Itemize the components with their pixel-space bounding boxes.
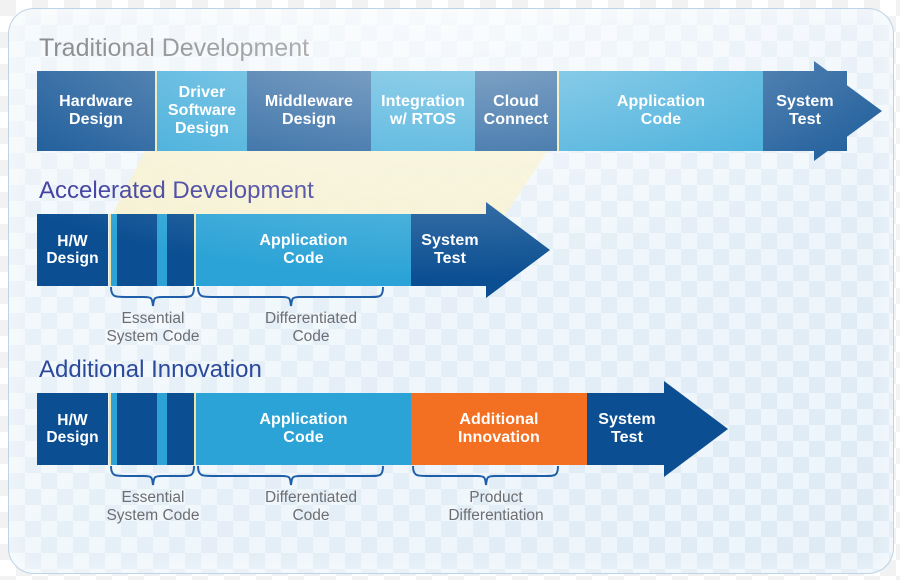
heading-additional-innovation: Additional Innovation [39,356,262,383]
braces-additional [110,465,559,486]
row-additional-innovation: H/W Design Application Code Additional I… [9,381,893,524]
segment-line: Driver [178,84,226,102]
segment-driver-software-design[interactable]: Driver Software Design [157,71,247,151]
segment-line: Code [283,250,324,267]
bar-traditional: Hardware Design Driver Software Design M… [37,71,847,151]
segment-line: Design [282,111,336,128]
segment-application-code[interactable]: Application Code [196,214,411,286]
brace-label-line: System Code [106,328,200,346]
segment-line: Innovation [458,429,540,446]
row-traditional-development: Hardware Design Driver Software Design M… [9,61,893,161]
segment-line: Application [616,93,706,111]
segment-additional-innovation[interactable]: Additional Innovation [411,393,587,465]
segment-line: System [598,411,656,429]
segment-system-test[interactable]: System Test [587,393,667,465]
heading-accelerated-development: Accelerated Development [39,177,314,204]
segment-line: Application [259,232,348,250]
segment-line: Design [175,119,229,137]
stripe-essential-light [157,214,167,286]
segment-line: Design [46,250,99,267]
stripe-essential-light [157,393,167,465]
stripe-essential-dark [117,214,157,286]
segment-line: Design [69,111,123,128]
segment-line: System [776,93,834,111]
segment-system-test[interactable]: System Test [411,214,489,286]
segment-hardware-design[interactable]: Hardware Design [37,71,155,151]
bar-additional: H/W Design Application Code Additional I… [37,393,697,465]
stripe-essential-dark [117,393,157,465]
brace-label-line: Differentiation [448,507,544,525]
brace-label-line: Essential [121,310,185,327]
segment-line: Middleware [264,93,354,111]
segment-line: Hardware [59,93,133,111]
diagram-card: Traditional Development Accelerated Deve… [8,8,894,574]
segment-line: Test [610,429,644,446]
segment-hw-design[interactable]: H/W Design [37,393,108,465]
brace-label-differentiated-code: Differentiated Code [231,489,391,526]
brace-label-line: Differentiated [265,489,357,506]
segment-line: Code [640,111,682,128]
brace-label-line: System Code [106,507,200,525]
brace-label-line: Essential [121,489,185,506]
stripe-essential-dark [167,393,194,465]
brace-label-essential-system-code: Essential System Code [73,489,233,526]
row-accelerated-development: H/W Design Application Code System Test [9,202,893,345]
diagram-stage: Traditional Development Accelerated Deve… [9,9,893,573]
segment-middleware-design[interactable]: Middleware Design [247,71,371,151]
segment-line: Integration [381,93,465,111]
segment-line: Code [283,429,324,446]
segment-line: w/ RTOS [389,111,457,128]
segment-application-code[interactable]: Application Code [559,71,763,151]
segment-line: Connect [483,111,549,128]
brace-label-line: Code [292,328,330,346]
segment-application-code[interactable]: Application Code [196,393,411,465]
segment-line: Additional [459,411,539,429]
segment-hw-design[interactable]: H/W Design [37,214,108,286]
segment-integration-w-rtos[interactable]: Integration w/ RTOS [371,71,475,151]
bar-accelerated: H/W Design Application Code System Test [37,214,519,286]
brace-label-line: Differentiated [265,310,357,327]
brace-label-essential-system-code: Essential System Code [73,310,233,347]
braces-accelerated [110,286,384,307]
segment-line: H/W [57,411,88,429]
segment-line: Test [433,250,467,267]
heading-traditional-development: Traditional Development [39,34,310,62]
brace-label-differentiated-code: Differentiated Code [231,310,391,347]
segment-line: H/W [57,232,88,250]
segment-line: Design [46,429,99,446]
segment-line: Software [167,102,237,120]
segment-line: System [421,232,479,250]
brace-label-product-differentiation: Product Differentiation [406,489,586,526]
segment-cloud-connect[interactable]: Cloud Connect [475,71,557,151]
brace-label-line: Product [469,489,523,506]
segment-system-test[interactable]: System Test [763,71,847,151]
segment-line: Application [259,411,348,429]
brace-label-line: Code [292,507,330,525]
stripe-essential-dark [167,214,194,286]
segment-line: Cloud [493,93,539,111]
segment-line: Test [788,111,822,128]
